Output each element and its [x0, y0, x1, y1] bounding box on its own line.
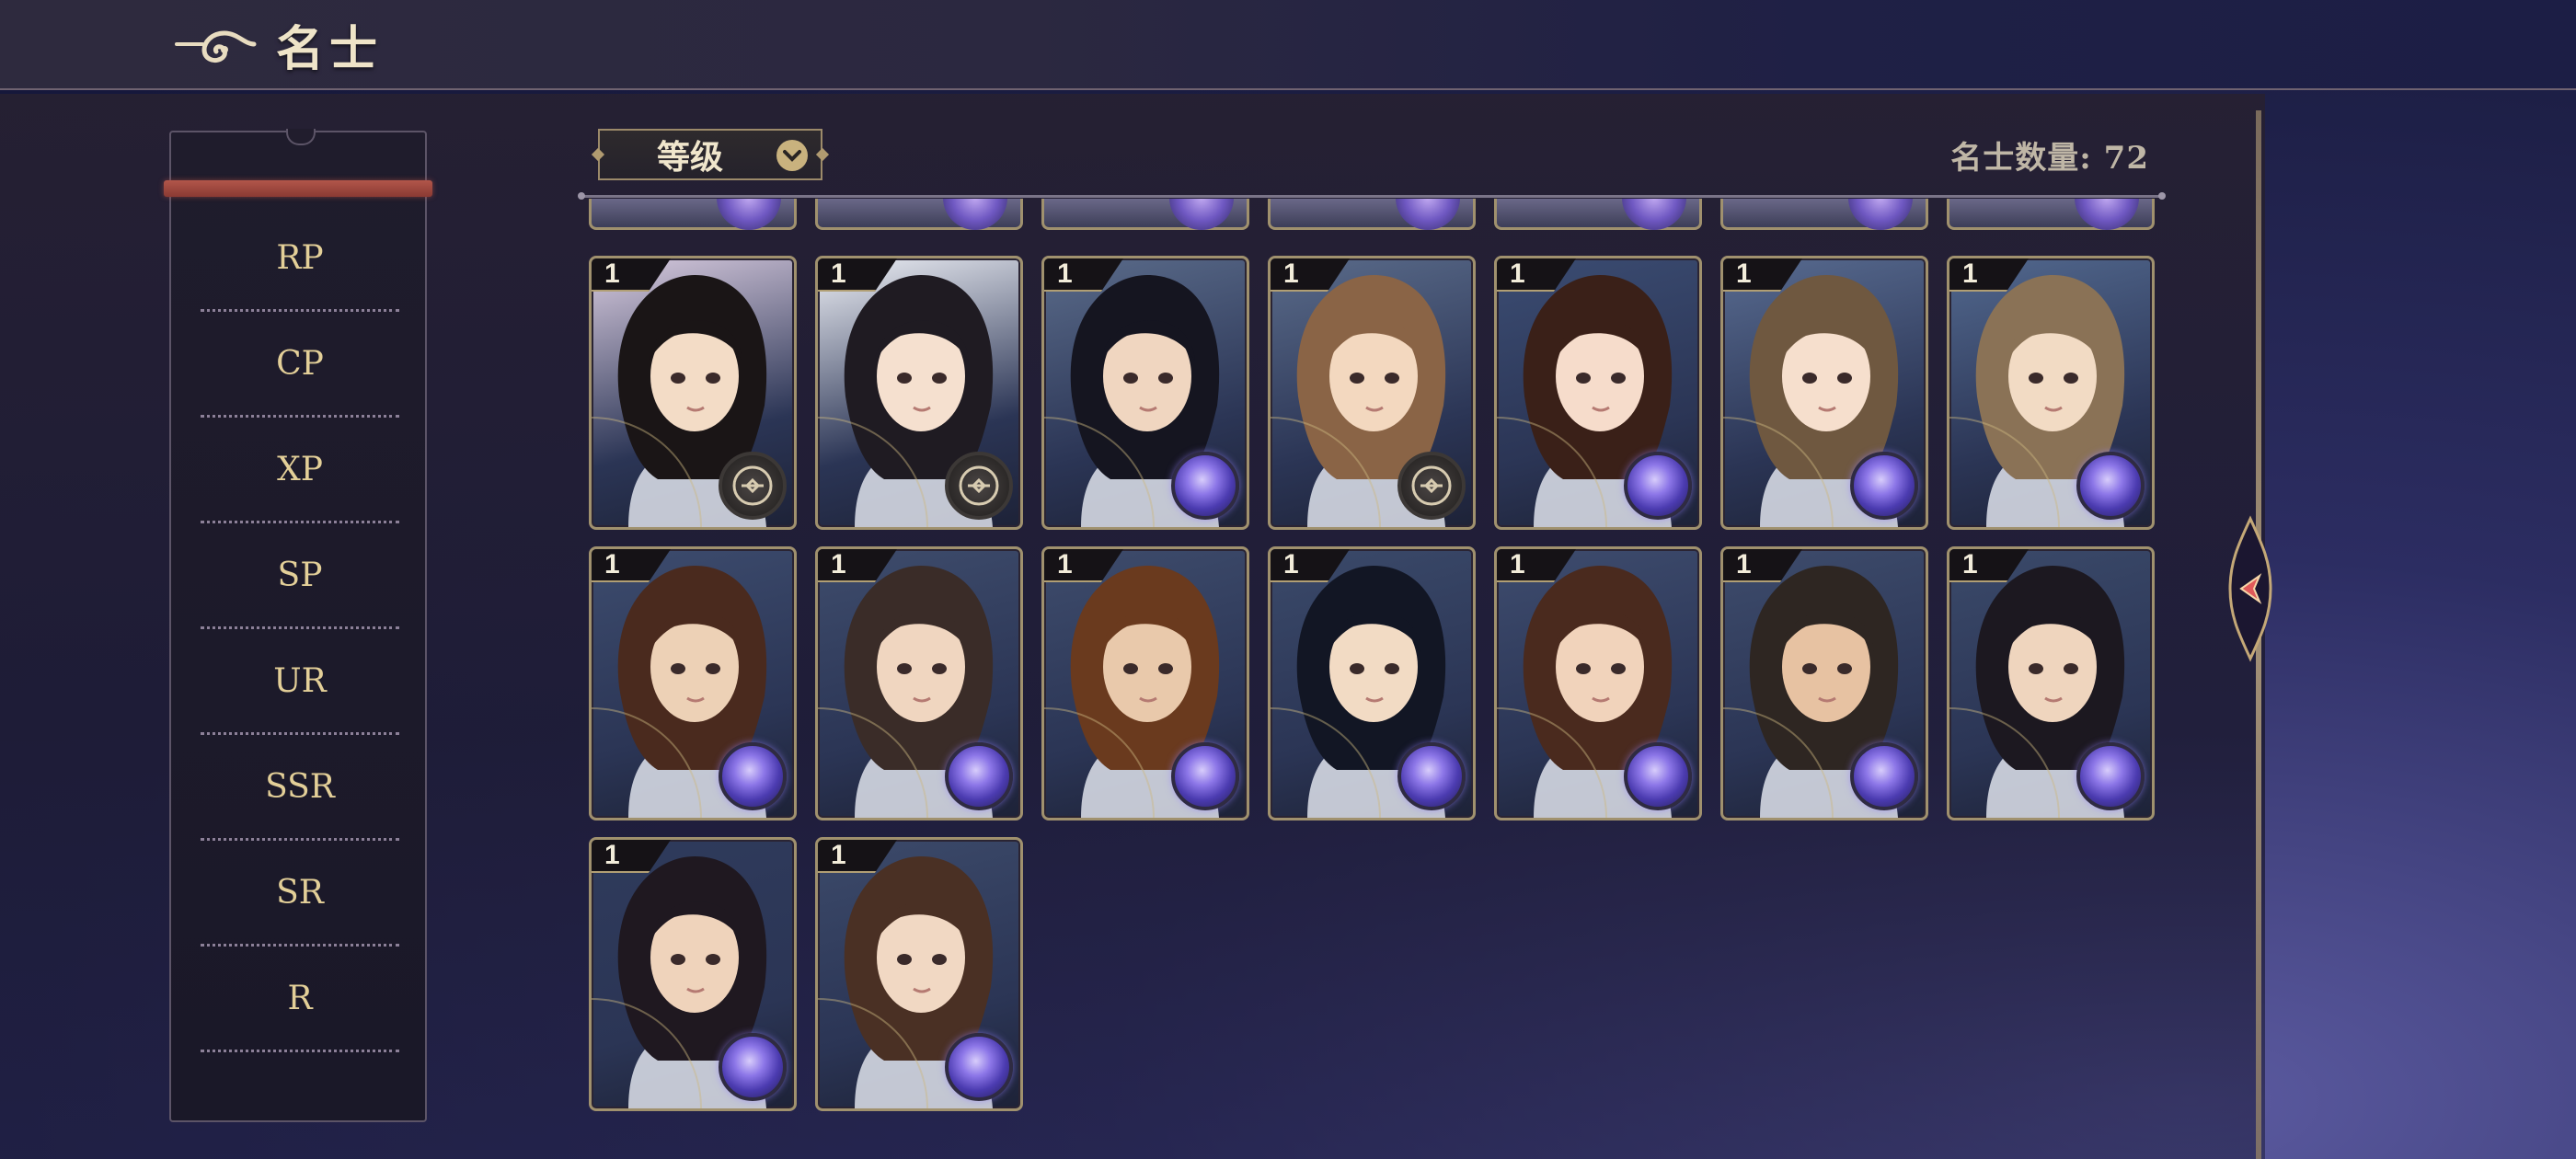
orb-icon — [1396, 199, 1460, 230]
partial-card[interactable] — [1720, 199, 1928, 230]
purple-orb-icon — [1397, 742, 1466, 810]
rarity-sidebar: RP CP XP SP UR SSR SR R — [164, 129, 432, 1122]
title-group: 名士 — [171, 9, 383, 79]
orb-icon — [1622, 199, 1686, 230]
character-card[interactable]: 1 — [1494, 256, 1702, 530]
level-number: 1 — [1736, 549, 1752, 580]
chevron-down-icon[interactable] — [776, 140, 808, 171]
sidebar-item-rp[interactable]: RP — [201, 206, 399, 312]
character-card[interactable]: 1 — [1268, 256, 1476, 530]
compass-icon — [945, 452, 1013, 520]
partial-card[interactable] — [1268, 199, 1476, 230]
level-number: 1 — [1962, 549, 1978, 580]
purple-orb-icon — [1171, 742, 1239, 810]
level-number: 1 — [831, 258, 846, 289]
cloud-emblem-icon — [175, 30, 257, 63]
character-card[interactable]: 1 — [1947, 256, 2155, 530]
level-number: 1 — [1510, 549, 1525, 580]
sidebar-item-sr[interactable]: SR — [201, 841, 399, 947]
partial-card[interactable] — [589, 199, 797, 230]
character-card[interactable]: 1 — [589, 546, 797, 820]
partial-card[interactable] — [1041, 199, 1249, 230]
level-number: 1 — [831, 840, 846, 870]
purple-orb-icon — [1624, 452, 1692, 520]
character-card[interactable]: 1 — [1947, 546, 2155, 820]
character-card[interactable]: 1 — [1494, 546, 1702, 820]
sidebar-item-xp[interactable]: XP — [201, 418, 399, 523]
level-number: 1 — [1283, 549, 1299, 580]
collapse-panel-button[interactable] — [2225, 515, 2276, 662]
character-card[interactable]: 1 — [589, 256, 797, 530]
purple-orb-icon — [1171, 452, 1239, 520]
sort-dropdown[interactable]: 等级 — [598, 129, 822, 180]
sidebar-active-indicator — [164, 180, 432, 197]
purple-orb-icon — [2076, 452, 2145, 520]
purple-orb-icon — [1850, 742, 1918, 810]
level-number: 1 — [1283, 258, 1299, 289]
character-card[interactable]: 1 — [815, 546, 1023, 820]
level-number: 1 — [1962, 258, 1978, 289]
grid-top-divider — [578, 192, 2166, 200]
level-number: 1 — [1736, 258, 1752, 289]
purple-orb-icon — [945, 742, 1013, 810]
top-header: 名士 — [0, 0, 2576, 90]
character-card[interactable]: 1 — [1720, 256, 1928, 530]
purple-orb-icon — [719, 742, 787, 810]
orb-icon — [943, 199, 1007, 230]
partial-card[interactable] — [815, 199, 1023, 230]
compass-icon — [719, 452, 787, 520]
level-number: 1 — [604, 840, 620, 870]
character-card[interactable]: 1 — [1041, 256, 1249, 530]
purple-orb-icon — [1624, 742, 1692, 810]
sidebar-item-r[interactable]: R — [201, 947, 399, 1052]
sidebar-item-sp[interactable]: SP — [201, 523, 399, 629]
level-number: 1 — [831, 549, 846, 580]
sidebar-item-ssr[interactable]: SSR — [201, 735, 399, 841]
character-card[interactable]: 1 — [815, 256, 1023, 530]
purple-orb-icon — [719, 1033, 787, 1101]
sidebar-notch-ornament — [286, 129, 316, 145]
character-card-grid[interactable]: 1 1 1 1 1 1 1 1 1 1 1 1 1 1 1 1 — [585, 199, 2160, 1119]
compass-icon — [1397, 452, 1466, 520]
sidebar-item-cp[interactable]: CP — [201, 312, 399, 418]
character-card[interactable]: 1 — [589, 837, 797, 1111]
character-card[interactable]: 1 — [1041, 546, 1249, 820]
orb-icon — [717, 199, 781, 230]
character-card[interactable]: 1 — [1268, 546, 1476, 820]
partial-card[interactable] — [1947, 199, 2155, 230]
purple-orb-icon — [945, 1033, 1013, 1101]
orb-icon — [1848, 199, 1913, 230]
level-number: 1 — [604, 549, 620, 580]
sort-dropdown-label: 等级 — [657, 138, 724, 177]
level-number: 1 — [604, 258, 620, 289]
character-count: 名士数量: 72 — [1950, 140, 2149, 177]
purple-orb-icon — [2076, 742, 2145, 810]
level-number: 1 — [1510, 258, 1525, 289]
partial-card[interactable] — [1494, 199, 1702, 230]
character-card[interactable]: 1 — [1720, 546, 1928, 820]
orb-icon — [1169, 199, 1234, 230]
level-number: 1 — [1057, 549, 1073, 580]
character-card[interactable]: 1 — [815, 837, 1023, 1111]
purple-orb-icon — [1850, 452, 1918, 520]
level-number: 1 — [1057, 258, 1073, 289]
orb-icon — [2075, 199, 2139, 230]
page-title: 名士 — [276, 20, 384, 77]
sidebar-item-ur[interactable]: UR — [201, 629, 399, 735]
